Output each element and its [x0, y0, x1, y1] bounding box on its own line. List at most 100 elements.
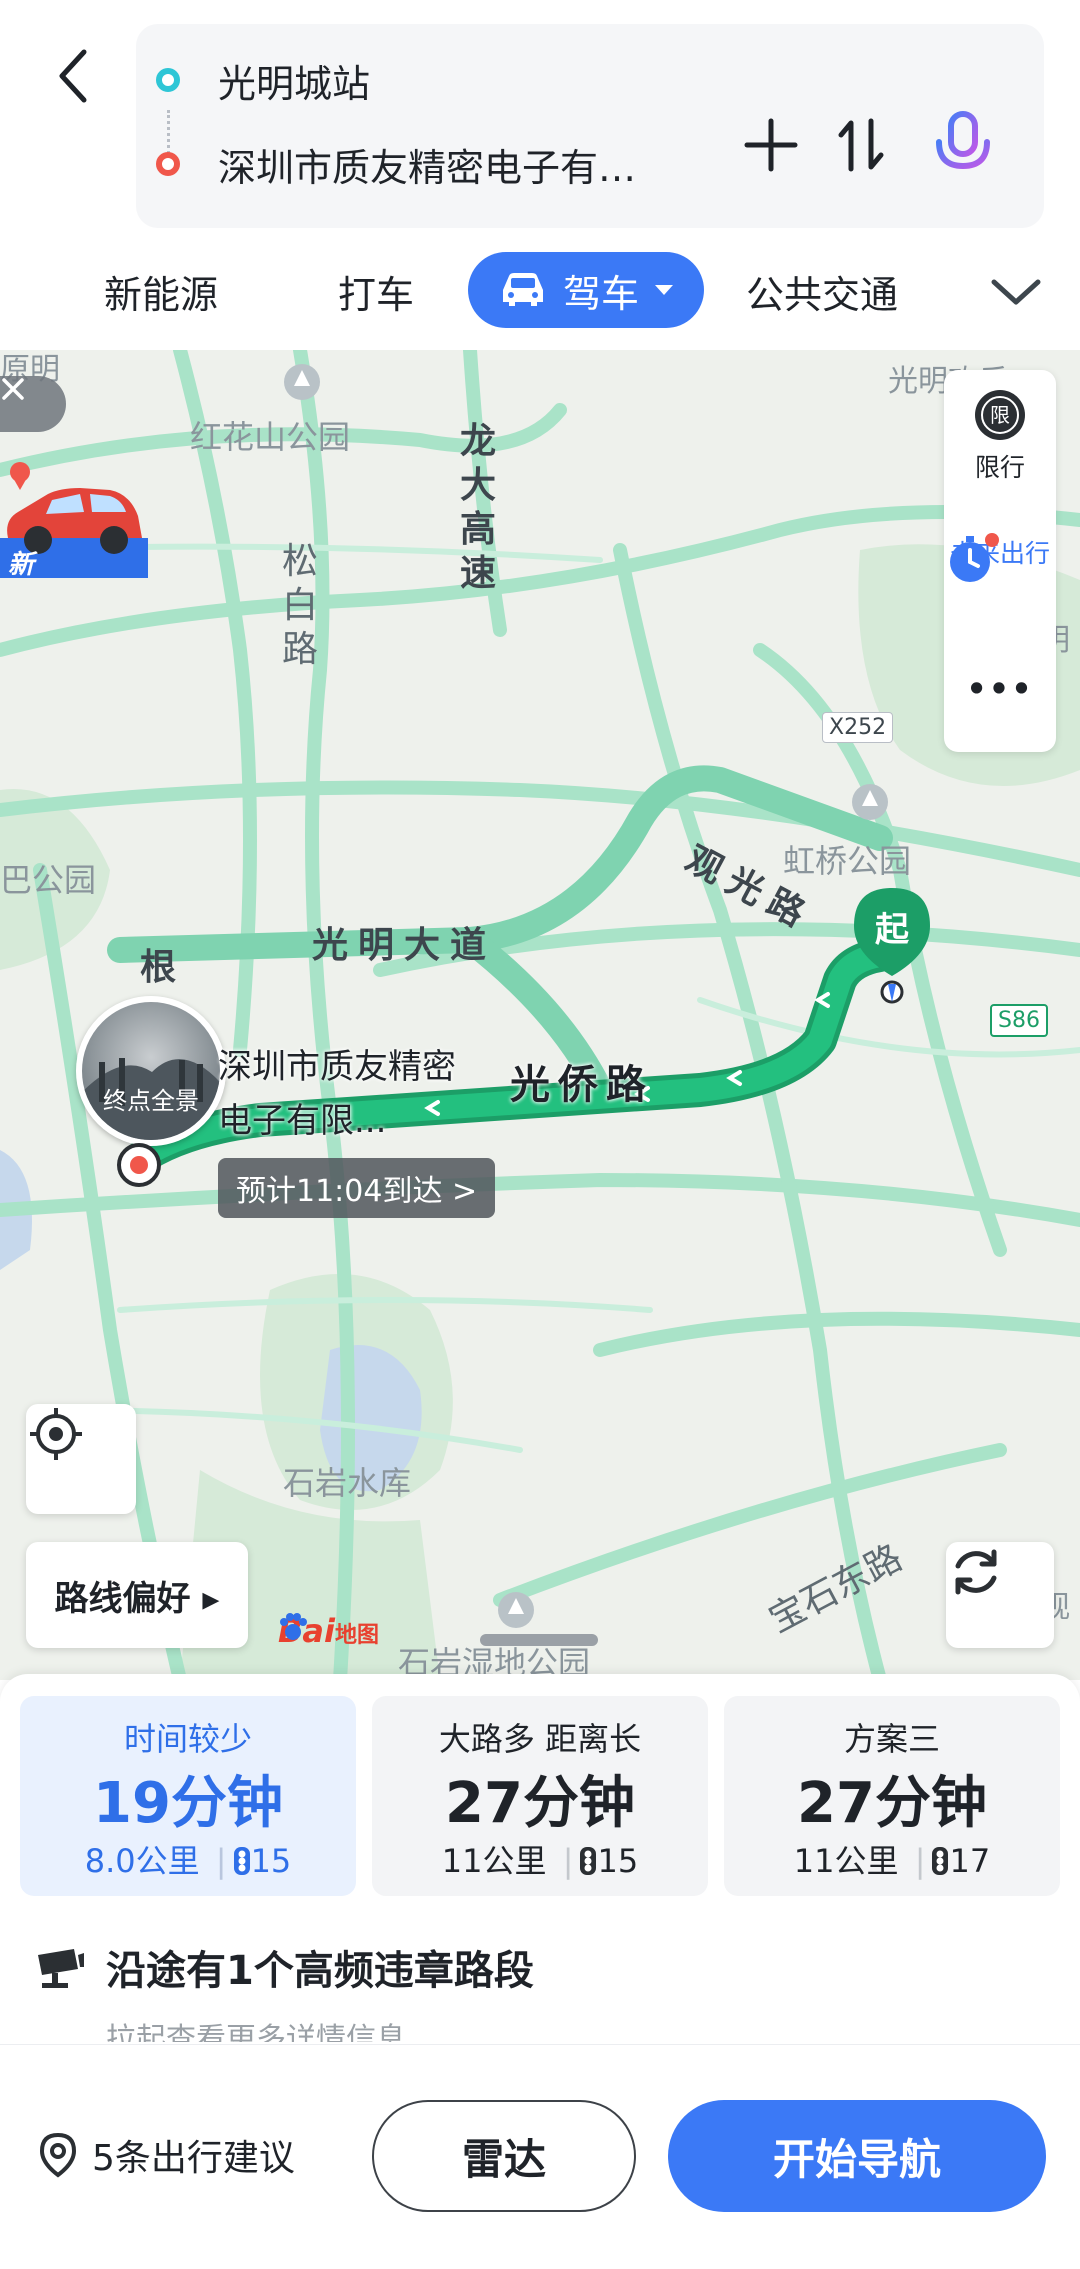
start-dot-icon [156, 68, 180, 92]
route-option-meta: 8.0公里 | 15 [20, 1836, 356, 1882]
label-guangming-top: 光明欢乐 [888, 362, 1008, 402]
radar-button[interactable]: 雷达 [372, 2100, 636, 2212]
label-bagongyuan: 巴公园 [0, 861, 97, 899]
route-option-title: 大路多 距离长 [438, 1720, 642, 1758]
future-travel-button[interactable]: 未来出行 [944, 530, 1056, 582]
label-x252: X252 [822, 712, 894, 743]
park-poi-icon [284, 364, 320, 400]
label-hongqiao-park: 虹桥公园 [783, 842, 912, 880]
new-energy-promo[interactable]: 新 [0, 450, 150, 580]
destination-panorama[interactable]: 终点全景 [76, 996, 226, 1146]
more-modes-button[interactable] [990, 248, 1050, 334]
meta-divider: | [562, 1842, 574, 1880]
travel-suggestions-link[interactable]: 5条出行建议 [38, 2125, 295, 2185]
start-location: 光明城站 [218, 61, 371, 106]
route-option-3[interactable]: 方案三 27分钟 11公里 | 17 [724, 1696, 1060, 1896]
route-option-2[interactable]: 大路多 距离长 27分钟 11公里 | 15 [372, 1696, 708, 1896]
paw-icon [280, 1613, 307, 1640]
route-planning-screen: 光明城站 深圳市质友精密电子有… 新能源 打车 驾车 公共交通 红花山公园 原明… [0, 0, 1080, 2269]
back-arrow-icon [59, 49, 87, 103]
back-button[interactable] [40, 40, 110, 110]
baidu-map-logo: Bai 地图 [278, 1612, 379, 1650]
close-icon [2, 378, 24, 400]
tab-new-energy[interactable]: 新能源 [104, 248, 218, 334]
start-navigation-button[interactable]: 开始导航 [668, 2100, 1046, 2212]
eta-chip[interactable]: 预计11:04到达 > [218, 1158, 496, 1218]
tab-drive[interactable]: 驾车 [468, 252, 704, 328]
end-field[interactable]: 深圳市质友精密电子有… [156, 124, 716, 204]
route-option-distance: 11公里 [793, 1842, 899, 1880]
road-guangming-dadao: 光明大道 [312, 925, 497, 966]
swap-button[interactable] [826, 110, 896, 180]
route-header: 光明城站 深圳市质友精密电子有… [0, 0, 1080, 240]
chevron-down-icon [991, 279, 1041, 305]
transport-mode-tabs: 新能源 打车 驾车 公共交通 [0, 248, 1080, 334]
route-option-meta: 11公里 | 17 [724, 1836, 1060, 1882]
violation-subtext: 拉起查看更多详情信息 [106, 2022, 406, 2042]
road-guangqiao: 光侨路 [510, 1062, 654, 1108]
end-location: 深圳市质友精密电子有… [218, 145, 637, 190]
microphone-icon [936, 111, 990, 179]
restriction-button[interactable]: 限 限行 [944, 390, 1056, 484]
baidu-logo-map: 地图 [334, 1623, 379, 1648]
tab-drive-label: 驾车 [562, 271, 639, 316]
refresh-icon [955, 1549, 997, 1595]
road-gen: 根 [140, 947, 177, 988]
travel-suggestions-label: 5条出行建议 [92, 2138, 295, 2179]
sheet-drag-handle[interactable] [480, 1634, 598, 1646]
route-option-distance: 11公里 [441, 1842, 547, 1880]
start-field[interactable]: 光明城站 [156, 40, 716, 120]
swap-icon [838, 118, 884, 172]
destination-name[interactable]: 深圳市质友精密电子有限... [218, 1040, 468, 1148]
more-options-button[interactable]: ••• [944, 670, 1056, 708]
route-option-distance: 8.0公里 [84, 1842, 200, 1880]
route-option-time: 19分钟 [93, 1771, 283, 1836]
tab-taxi[interactable]: 打车 [338, 248, 414, 334]
road-songbai: 松白路 [281, 541, 318, 670]
park-poi-icon-2 [852, 784, 888, 820]
meta-divider: | [215, 1842, 227, 1880]
location-pin-icon [39, 2132, 77, 2178]
add-stop-button[interactable] [736, 110, 806, 180]
panorama-thumbnail [82, 1058, 220, 1140]
route-option-1[interactable]: 时间较少 19分钟 8.0公里 | 15 [20, 1696, 356, 1896]
route-input-box: 光明城站 深圳市质友精密电子有… [136, 24, 1044, 228]
route-option-title: 时间较少 [123, 1720, 252, 1758]
tab-transit[interactable]: 公共交通 [746, 248, 898, 334]
plus-icon [744, 118, 798, 172]
start-pin-label: 起 [875, 910, 909, 950]
route-preference-button[interactable]: 路线偏好 ▸ [26, 1542, 248, 1648]
map-view[interactable]: 红花山公园 光明欢乐 原明 明 巴公园 虹桥公园 石岩水库 石岩湿地公园 观 X… [0, 350, 1080, 1680]
locate-me-button[interactable] [26, 1404, 136, 1514]
stopwatch-icon [950, 533, 999, 582]
voice-button[interactable] [928, 110, 998, 180]
route-option-lights: 17 [949, 1842, 991, 1880]
caret-down-icon [655, 285, 673, 295]
close-promo-button[interactable] [0, 376, 66, 432]
camera-icon [38, 1949, 84, 1988]
traffic-light-icon [580, 1847, 597, 1875]
route-option-lights: 15 [597, 1842, 639, 1880]
bottom-action-bar: 5条出行建议 雷达 开始导航 [0, 2044, 1080, 2269]
route-option-time: 27分钟 [797, 1771, 987, 1836]
label-shiyan-reservoir: 石岩水库 [283, 1464, 412, 1502]
start-marker: 起 [846, 884, 938, 1004]
route-option-lights: 15 [250, 1842, 292, 1880]
panorama-label: 终点全景 [103, 1087, 199, 1115]
route-option-time: 27分钟 [445, 1771, 635, 1836]
traffic-light-icon [233, 1847, 250, 1875]
restriction-icon: 限 [975, 390, 1025, 440]
violation-text: 沿途有1个高频违章路段 [106, 1948, 534, 1994]
traffic-light-icon [932, 1847, 949, 1875]
meta-divider: | [914, 1842, 926, 1880]
violation-notice[interactable]: 沿途有1个高频违章路段 [34, 1936, 1034, 1998]
label-s86: S86 [990, 1004, 1048, 1037]
refresh-route-button[interactable] [946, 1542, 1054, 1648]
crosshair-icon [30, 1408, 82, 1460]
park-poi-icon-3 [498, 1592, 534, 1628]
map-side-panel: 限 限行 未来出行 ••• [944, 370, 1056, 752]
road-longda: 龙大高速 [459, 421, 496, 594]
new-badge: 新 [8, 550, 35, 580]
end-dot-icon [156, 152, 180, 176]
destination-marker-icon [117, 1143, 161, 1187]
